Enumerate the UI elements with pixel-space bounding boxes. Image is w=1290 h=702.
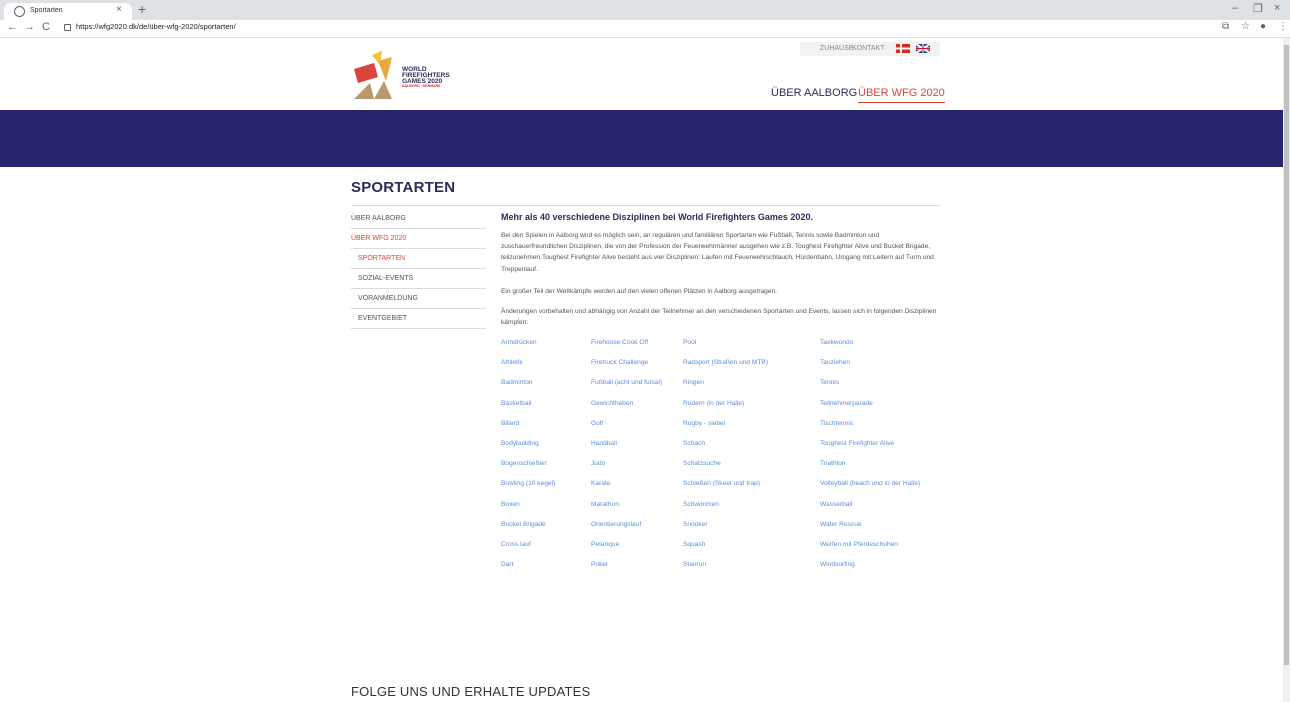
sport-link[interactable]: Petanque bbox=[591, 541, 619, 548]
sport-link[interactable]: Fußball (acht und futsal) bbox=[591, 379, 662, 386]
content-heading-wrap: Mehr als 40 verschiedene Disziplinen bei… bbox=[501, 212, 941, 222]
sidenav-item-social-events[interactable]: SOZIAL-EVENTS bbox=[351, 269, 486, 289]
sport-link[interactable]: Basketball bbox=[501, 400, 531, 407]
new-tab-button[interactable]: + bbox=[138, 1, 146, 17]
sport-link[interactable]: Handball bbox=[591, 440, 617, 447]
sport-link[interactable]: Water Rescue bbox=[820, 521, 862, 528]
translate-icon[interactable]: ⧉ bbox=[1222, 21, 1229, 32]
sport-link[interactable]: Gewichtheben bbox=[591, 400, 633, 407]
restore-icon[interactable]: ❐ bbox=[1253, 2, 1263, 15]
tab-title: Sportarten bbox=[30, 7, 63, 14]
sport-link[interactable]: Pool bbox=[683, 339, 696, 346]
forward-icon[interactable]: → bbox=[24, 21, 35, 33]
sport-link[interactable]: Bodybuilding bbox=[501, 440, 539, 447]
bookmark-star-icon[interactable]: ☆ bbox=[1241, 21, 1250, 32]
sport-link[interactable]: Boxen bbox=[501, 501, 520, 508]
sport-link[interactable]: Wasserball bbox=[820, 501, 852, 508]
sport-link[interactable]: Schach bbox=[683, 440, 705, 447]
sport-link[interactable]: Badminton bbox=[501, 379, 533, 386]
sport-link[interactable]: Schatzsuche bbox=[683, 460, 721, 467]
scrollbar-thumb[interactable] bbox=[1284, 45, 1289, 665]
title-divider bbox=[351, 205, 940, 206]
content-heading: Mehr als 40 verschiedene Disziplinen bei… bbox=[501, 212, 813, 222]
sport-link[interactable]: Stairrun bbox=[683, 561, 706, 568]
flame-logo-icon bbox=[354, 51, 392, 99]
sport-link[interactable]: Triathlon bbox=[820, 460, 845, 467]
sport-link[interactable]: Taekwondo bbox=[820, 339, 853, 346]
sport-link[interactable]: Judo bbox=[591, 460, 605, 467]
reload-icon[interactable]: C bbox=[42, 21, 50, 33]
danish-flag-icon[interactable] bbox=[896, 44, 910, 53]
sport-link[interactable]: Snooker bbox=[683, 521, 708, 528]
sport-link[interactable]: Poker bbox=[591, 561, 608, 568]
sport-link[interactable]: Schießen (Skeet und trap) bbox=[683, 480, 760, 487]
sport-link[interactable]: Athletik bbox=[501, 359, 523, 366]
sport-link[interactable]: Marathon bbox=[591, 501, 619, 508]
minimize-icon[interactable]: – bbox=[1232, 2, 1238, 14]
sport-link[interactable]: Armdrücken bbox=[501, 339, 537, 346]
sport-link[interactable]: Volleyball (beach und in der Halle) bbox=[820, 480, 920, 487]
sidenav-item-preregistration[interactable]: VORANMELDUNG bbox=[351, 289, 486, 309]
address-bar[interactable]: https://wfg2020.dk/de/über-wfg-2020/spor… bbox=[62, 21, 1202, 35]
main-nav-about-wfg[interactable]: ÜBER WFG 2020 bbox=[858, 87, 945, 103]
sport-link[interactable]: Bowling (10 kegel) bbox=[501, 480, 555, 487]
window-close-icon[interactable]: × bbox=[1274, 2, 1280, 14]
tab-close-icon[interactable]: × bbox=[116, 4, 122, 15]
logo-wordmark: WORLD FIREFIGHTERS GAMES 2020 bbox=[402, 66, 450, 85]
sport-link[interactable]: Cross lauf bbox=[501, 541, 531, 548]
sport-link[interactable]: Radsport (Straßen und MTB) bbox=[683, 359, 768, 366]
nav-home-link[interactable]: ZUHAUSE bbox=[820, 45, 853, 52]
sport-link[interactable]: Karate bbox=[591, 480, 610, 487]
sport-link[interactable]: Golf bbox=[591, 420, 603, 427]
sport-link[interactable]: Tauziehen bbox=[820, 359, 850, 366]
sport-link[interactable]: Bucket Brigade bbox=[501, 521, 546, 528]
sport-link[interactable]: Firehouse Cook Off bbox=[591, 339, 648, 346]
menu-dots-icon[interactable]: ⋮ bbox=[1278, 21, 1288, 32]
side-nav: ÜBER AALBORG ÜBER WFG 2020 SPORTARTEN SO… bbox=[351, 209, 486, 329]
sport-link[interactable]: Windsurfing bbox=[820, 561, 855, 568]
sport-link[interactable]: Tennis bbox=[820, 379, 839, 386]
globe-icon bbox=[14, 6, 25, 17]
url-text: https://wfg2020.dk/de/über-wfg-2020/spor… bbox=[76, 22, 236, 31]
sport-link[interactable]: Ringen bbox=[683, 379, 704, 386]
venue-paragraph: Ein großer Teil der Wettkämpfe werden au… bbox=[501, 288, 778, 295]
browser-tab-strip: Sportarten × + – ❐ × bbox=[0, 0, 1290, 20]
main-nav-about-aalborg[interactable]: ÜBER AALBORG bbox=[771, 87, 857, 99]
sport-link[interactable]: Rudern (in der Halle) bbox=[683, 400, 744, 407]
sport-link[interactable]: Teilnehmerparade bbox=[820, 400, 873, 407]
nav-contact-link[interactable]: KONTAKT bbox=[852, 45, 885, 52]
uk-flag-icon[interactable] bbox=[916, 44, 930, 53]
site-logo[interactable]: WORLD FIREFIGHTERS GAMES 2020 AALBORG · … bbox=[352, 47, 462, 103]
footer-follow-heading: FOLGE UNS UND ERHALTE UPDATES bbox=[351, 684, 591, 699]
sport-link[interactable]: Toughest Firefighter Alive bbox=[820, 440, 894, 447]
disclaimer-paragraph: Änderungen vorbehalten und abhängig von … bbox=[501, 308, 937, 327]
browser-tab[interactable]: Sportarten × bbox=[4, 3, 132, 20]
sport-link[interactable]: Tischtennis bbox=[820, 420, 853, 427]
sidenav-item-event-area[interactable]: EVENTGEBIET bbox=[351, 309, 486, 329]
lock-icon bbox=[64, 24, 71, 31]
page-title: SPORTARTEN bbox=[351, 179, 456, 196]
utility-nav: ZUHAUSE KONTAKT bbox=[800, 42, 940, 56]
sport-link[interactable]: Dart bbox=[501, 561, 513, 568]
sport-link[interactable]: Squash bbox=[683, 541, 705, 548]
sport-link[interactable]: Billard bbox=[501, 420, 519, 427]
sport-link[interactable]: Orientierungslauf bbox=[591, 521, 641, 528]
sidenav-item-sportarten[interactable]: SPORTARTEN bbox=[351, 249, 486, 269]
sidenav-item-about-wfg[interactable]: ÜBER WFG 2020 bbox=[351, 229, 486, 249]
sport-link[interactable]: Werfen mit Pferdeschuhen bbox=[820, 541, 898, 548]
profile-icon[interactable]: ● bbox=[1260, 21, 1266, 32]
sport-link[interactable]: Schwimmen bbox=[683, 501, 719, 508]
intro-paragraph: Bei den Spielen in Aalborg wird es mögli… bbox=[501, 232, 934, 273]
browser-toolbar: ← → C https://wfg2020.dk/de/über-wfg-202… bbox=[0, 20, 1290, 38]
sport-link[interactable]: Bogenschießen bbox=[501, 460, 547, 467]
back-icon[interactable]: ← bbox=[7, 21, 18, 33]
sidenav-item-about-aalborg[interactable]: ÜBER AALBORG bbox=[351, 209, 486, 229]
sport-link[interactable]: Firetruck Challenge bbox=[591, 359, 648, 366]
sport-link[interactable]: Rugby - sieber bbox=[683, 420, 726, 427]
logo-subtext: AALBORG · DENMARK bbox=[402, 84, 441, 88]
hero-banner bbox=[0, 110, 1290, 167]
